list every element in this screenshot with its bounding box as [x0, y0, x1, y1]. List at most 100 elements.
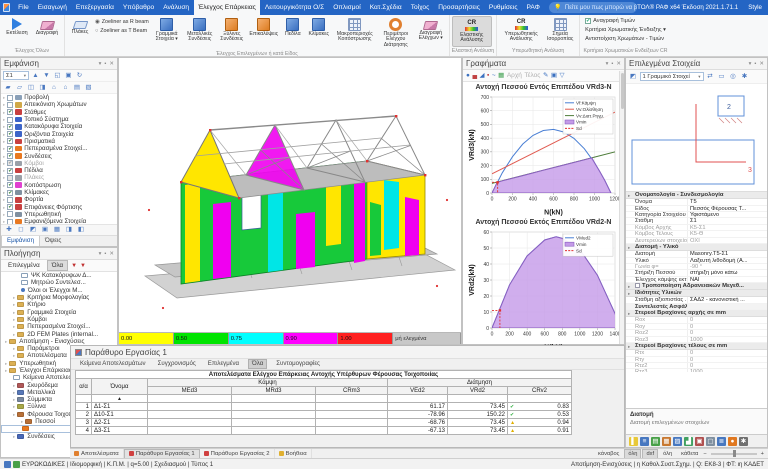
table-row[interactable]: 2 Δ10-Σ1 -78.96 150.22 ✔0.53	[76, 411, 572, 419]
chart-toolbar-icon[interactable]: ◢	[480, 71, 485, 81]
expander-icon[interactable]	[13, 301, 15, 308]
chart-toolbar-icon[interactable]: ✎	[543, 71, 548, 81]
display-tree-item[interactable]: Στάθμες	[1, 109, 117, 116]
panel-tab[interactable]: Όψεις	[40, 236, 66, 246]
display-tree-item[interactable]: Απεικόνιση Χρωμάτων	[1, 101, 117, 108]
expander-icon[interactable]	[3, 138, 5, 145]
expander-icon[interactable]	[13, 294, 15, 301]
expander-icon[interactable]	[3, 131, 5, 138]
chart-toolbar-icon[interactable]: ~	[492, 71, 496, 81]
display-tree-item[interactable]: Φορτία	[1, 196, 117, 203]
property-row[interactable]: Rτz3 1000	[626, 369, 767, 372]
property-value[interactable]: Κ5-Σ1	[688, 225, 767, 230]
checkbox[interactable]	[7, 168, 13, 174]
checkbox[interactable]	[7, 153, 13, 159]
expander-icon[interactable]	[3, 174, 5, 181]
close-icon[interactable]: ✕	[109, 251, 114, 257]
view-icon[interactable]: ⌂	[49, 83, 59, 93]
checkbox[interactable]	[7, 160, 13, 166]
expander-icon[interactable]	[3, 101, 5, 108]
expander-icon[interactable]	[13, 403, 15, 410]
level-select[interactable]: Σ1▾	[3, 71, 29, 80]
property-value[interactable]: 1000	[688, 369, 767, 372]
selection-toolbar-icon[interactable]: ◎	[728, 72, 738, 82]
view-option-toggle[interactable]: κάθετα	[677, 449, 702, 459]
expander-icon[interactable]	[3, 204, 5, 211]
checkbox[interactable]	[7, 138, 13, 144]
checkbox[interactable]	[7, 197, 13, 203]
expander-icon[interactable]	[13, 389, 15, 396]
col-num[interactable]: α/α	[76, 379, 92, 395]
menu-item[interactable]: Κατ.Σχέδια	[365, 0, 406, 15]
pin-icon[interactable]: ▪	[754, 61, 756, 67]
toolbar-icon[interactable]: ◨	[64, 225, 74, 235]
property-value[interactable]: 0	[688, 363, 767, 368]
nav-tree-item[interactable]: Κριτήρια Μορφολογίας	[1, 294, 117, 301]
table-row[interactable]: 3 Δ2-Σ1 -68.76 73.45 ▲0.94	[76, 419, 572, 427]
close-icon[interactable]: ✕	[616, 61, 621, 67]
selection-toolbar-icon[interactable]: ⇄	[705, 72, 715, 82]
checkbox[interactable]	[7, 211, 13, 217]
expander-icon[interactable]	[3, 116, 5, 123]
display-tree-item[interactable]: Πεπερασμένα Στοιχεί...	[1, 145, 117, 152]
pin-icon[interactable]: ▪	[611, 61, 613, 67]
property-value[interactable]: στήριξη μόνο κάτω	[688, 270, 767, 275]
nav-tree-item[interactable]: Πεπερασμένα Στοιχεί...	[1, 323, 117, 330]
property-value[interactable]: -90 °	[688, 264, 767, 269]
checkbox[interactable]	[7, 190, 13, 196]
toolbar-icon[interactable]: ✚	[4, 225, 14, 235]
nav-tree-item[interactable]: Αποτίμηση - Ενισχύσεις	[1, 338, 117, 345]
col-name[interactable]: Όνομα	[92, 379, 148, 395]
expander-icon[interactable]	[3, 145, 5, 152]
toolbar-icon[interactable]: ▲	[31, 71, 41, 81]
section-header[interactable]: ▸Στερεοί Βραχίονες τέλους σε mm	[626, 343, 767, 350]
panel-foot-icon[interactable]: ▌	[629, 437, 638, 446]
toolbar-icon[interactable]: ▼	[42, 71, 52, 81]
panel-foot-icon[interactable]: ✱	[739, 437, 748, 446]
selection-count-select[interactable]: 1 Γραμμικό Στοιχεί▾	[640, 72, 704, 81]
view-icon[interactable]: ▤	[72, 83, 82, 93]
view-option-toggle[interactable]: όλη	[659, 449, 676, 459]
work-tab[interactable]: Όλα	[248, 359, 267, 369]
pin-icon[interactable]: ▪	[104, 251, 106, 257]
scrollbar[interactable]	[619, 71, 624, 344]
expander-icon[interactable]	[13, 396, 15, 403]
menu-item[interactable]: Εισαγωγή	[33, 0, 71, 15]
checkbox[interactable]	[7, 95, 13, 101]
display-tree-item[interactable]: Κόμβοι	[1, 160, 117, 167]
panel-tab[interactable]: Εμφάνιση	[1, 236, 40, 246]
checkbox[interactable]	[7, 182, 13, 188]
toolbar-icon[interactable]: ↻	[75, 71, 85, 81]
view-icon[interactable]: ◫	[26, 83, 36, 93]
section-header[interactable]: ▸Τροποποίηση Αδρανειακών Μεγεθ...	[626, 283, 767, 290]
steel-connections-button[interactable]: Μεταλλικές Συνδέσεις	[183, 16, 217, 45]
checkbox[interactable]	[7, 124, 13, 130]
view-option-toggle[interactable]: dxf	[642, 449, 658, 459]
expander-icon[interactable]	[13, 345, 15, 352]
col-group-shear[interactable]: Διάτμηση	[388, 379, 572, 387]
menu-item[interactable]: Τοίχος	[406, 0, 434, 15]
property-value[interactable]: 0	[688, 317, 767, 322]
property-value[interactable]: 1000	[688, 337, 767, 342]
dock-tab[interactable]: Παράθυρο Εργασίας 1	[124, 449, 200, 459]
filter-row[interactable]: ▲	[76, 395, 572, 403]
select-mode-icon[interactable]: ◩	[628, 72, 638, 82]
property-value[interactable]: 0	[688, 324, 767, 329]
raft-regions-button[interactable]: Μακροπεριοχές Κοιτόστρωσης	[333, 16, 377, 45]
expander-icon[interactable]	[3, 109, 5, 116]
expander-icon[interactable]	[5, 367, 7, 374]
close-icon[interactable]: ✕	[759, 61, 764, 67]
menu-item[interactable]: Οπλισμοί	[329, 0, 365, 15]
panel-foot-icon[interactable]: ≣	[717, 437, 726, 446]
view-icon[interactable]: ▧	[84, 83, 94, 93]
display-tree-item[interactable]: Οριζόντια Στοιχεία	[1, 130, 117, 137]
property-value[interactable]: Λαξευτή λιθοδομή (Α...	[688, 258, 767, 263]
zoom-in-button[interactable]: +	[761, 451, 764, 457]
view-icon[interactable]: ⌂	[61, 83, 71, 93]
search-input[interactable]: 💡 Πείτε μου πως μπορώ να β...	[549, 2, 637, 13]
color-mapping-menu[interactable]: Αντιστοίχιση Χρωμάτων - Τιμών	[585, 36, 666, 42]
table-row[interactable]: 1 Δ1-Σ1 61.17 73.45 ✔0.83	[76, 403, 572, 411]
display-tree-item[interactable]: Πρισματικά	[1, 138, 117, 145]
nav-tab[interactable]: Επιλεγμένα	[3, 260, 45, 271]
nav-tree-item[interactable]: ΨΚ Κατακόρυφων Δ...	[1, 272, 117, 279]
